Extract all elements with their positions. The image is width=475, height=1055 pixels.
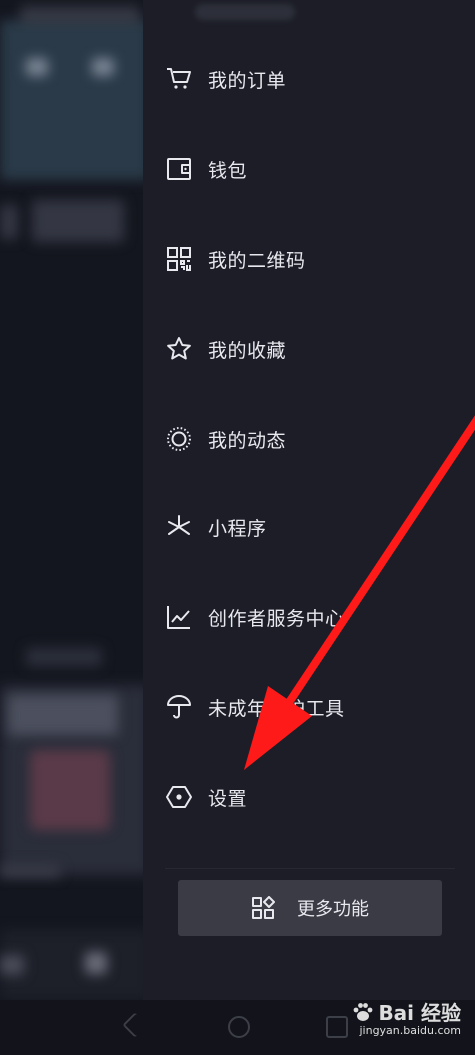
watermark-brand: Bai 经验 bbox=[352, 997, 461, 1026]
menu-item-wallet[interactable]: 钱包 bbox=[165, 149, 455, 189]
chart-line-icon bbox=[165, 603, 193, 631]
background-icon bbox=[26, 58, 48, 76]
dynamic-circle-icon bbox=[165, 425, 193, 453]
menu-item-label: 我的收藏 bbox=[208, 339, 287, 362]
drawer-top-blurred-bar bbox=[195, 4, 295, 20]
background-bottom-icon bbox=[0, 955, 24, 975]
baidu-jingyan-watermark: Bai 经验 jingyan.baidu.com bbox=[352, 997, 461, 1037]
wallet-icon bbox=[165, 155, 193, 183]
menu-item-label: 我的动态 bbox=[208, 429, 287, 452]
umbrella-icon bbox=[165, 693, 193, 721]
side-drawer: 我的订单 钱包 我的二维码 我的收藏 我的动态 小程序 创作者服务中心 未成年保… bbox=[143, 0, 475, 1000]
qr-code-icon bbox=[165, 245, 193, 273]
grid-apps-icon bbox=[251, 896, 275, 920]
background-thumbnail-caption bbox=[0, 865, 60, 877]
menu-item-label: 设置 bbox=[208, 787, 248, 810]
menu-item-my-favorites[interactable]: 我的收藏 bbox=[165, 329, 455, 369]
menu-item-label: 我的订单 bbox=[208, 69, 287, 92]
more-features-button[interactable]: 更多功能 bbox=[178, 880, 442, 936]
menu-item-mini-program[interactable]: 小程序 bbox=[165, 507, 455, 547]
settings-hexagon-icon bbox=[165, 783, 193, 811]
more-features-label: 更多功能 bbox=[297, 899, 369, 920]
background-tag bbox=[26, 648, 102, 666]
background-tab bbox=[32, 200, 124, 242]
background-app bbox=[0, 0, 150, 1055]
menu-item-my-orders[interactable]: 我的订单 bbox=[165, 59, 455, 99]
menu-item-my-dynamics[interactable]: 我的动态 bbox=[165, 419, 455, 459]
background-thumbnail-text bbox=[8, 695, 118, 735]
menu-item-label: 创作者服务中心 bbox=[208, 607, 345, 630]
star-icon bbox=[165, 335, 193, 363]
shopping-cart-icon bbox=[165, 65, 193, 93]
menu-item-creator-service-center[interactable]: 创作者服务中心 bbox=[165, 597, 455, 637]
background-status-bar bbox=[20, 6, 140, 24]
background-icon bbox=[92, 58, 114, 76]
menu-item-minor-protection-tools[interactable]: 未成年保护工具 bbox=[165, 687, 455, 727]
menu-item-label: 钱包 bbox=[208, 159, 248, 182]
menu-item-my-qr-code[interactable]: 我的二维码 bbox=[165, 239, 455, 279]
home-icon[interactable] bbox=[228, 1016, 250, 1038]
background-tab bbox=[0, 205, 18, 239]
menu-item-label: 未成年保护工具 bbox=[208, 697, 345, 720]
mini-program-icon bbox=[165, 513, 193, 541]
watermark-brand-text: Bai 经验 bbox=[378, 1001, 461, 1025]
background-thumbnail-image bbox=[30, 750, 110, 830]
back-icon[interactable] bbox=[122, 1012, 148, 1038]
watermark-url: jingyan.baidu.com bbox=[359, 1024, 461, 1037]
background-banner bbox=[0, 20, 150, 180]
menu-item-label: 小程序 bbox=[208, 517, 267, 540]
menu-item-label: 我的二维码 bbox=[208, 249, 306, 272]
background-bottom-icon bbox=[85, 952, 107, 974]
divider bbox=[165, 868, 455, 869]
recent-apps-icon[interactable] bbox=[326, 1016, 348, 1038]
baidu-paw-icon bbox=[354, 1002, 373, 1021]
menu-item-settings[interactable]: 设置 bbox=[165, 777, 455, 817]
